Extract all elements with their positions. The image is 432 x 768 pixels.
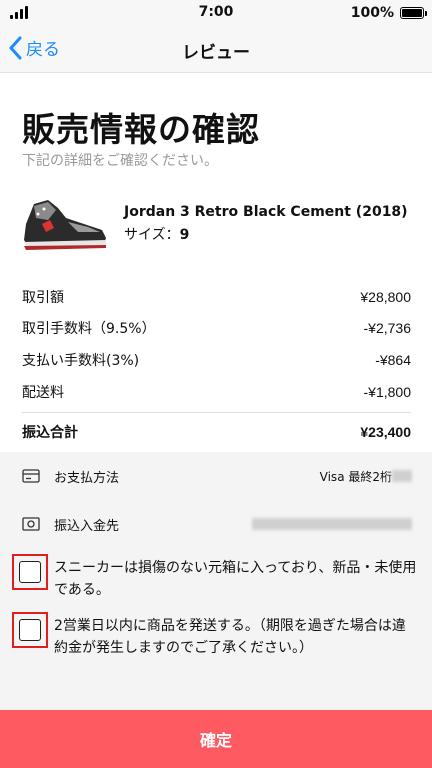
- confirm-button[interactable]: 確定: [0, 710, 432, 768]
- fee-amount: -¥864: [375, 352, 411, 368]
- total-label: 振込合計: [22, 425, 78, 441]
- page-subtitle: 下記の詳細をご確認ください。: [22, 153, 218, 169]
- payment-card-text: Visa 最終2桁: [319, 469, 392, 484]
- card-icon: [22, 469, 40, 483]
- fee-amount: ¥28,800: [360, 289, 411, 305]
- fee-amount: -¥1,800: [363, 384, 411, 400]
- total-row: 振込合計 ¥23,400: [22, 420, 411, 444]
- payment-method-value: Visa 最終2桁: [320, 468, 412, 485]
- fee-label: 取引額: [22, 290, 64, 306]
- checkbox-highlight: [12, 554, 48, 590]
- fee-row-shipping: 配送料 -¥1,800: [22, 380, 411, 404]
- payment-method-label: お支払方法: [54, 470, 120, 486]
- fee-label: 取引手数料（9.5%）: [22, 321, 156, 337]
- payment-method-row[interactable]: お支払方法 Visa 最終2桁: [22, 464, 412, 488]
- sneaker-image: [24, 200, 106, 250]
- fee-amount: -¥2,736: [363, 320, 411, 336]
- shipping-checkbox[interactable]: [19, 619, 41, 641]
- masked-card-digits: [392, 470, 412, 482]
- size-value: 9: [179, 227, 190, 243]
- battery-icon: [400, 7, 427, 19]
- condition-checkbox[interactable]: [19, 561, 41, 583]
- deposit-account-row[interactable]: 振込入金先: [22, 512, 412, 536]
- masked-account-info: [252, 518, 412, 530]
- fee-row-payment-fee: 支払い手数料(3%) -¥864: [22, 348, 411, 372]
- check-row-condition: スニーカーは損傷のない元箱に入っており、新品・未使用である。: [12, 554, 417, 601]
- fee-divider: [22, 412, 411, 413]
- fee-label: 配送料: [22, 385, 64, 401]
- checkbox-highlight: [12, 612, 48, 648]
- check-row-shipping: 2営業日以内に商品を発送する。（期限を過ぎた場合は違約金が発生しますのでご了承く…: [12, 612, 417, 659]
- shipping-text: 2営業日以内に商品を発送する。（期限を過ぎた場合は違約金が発生しますのでご了承く…: [54, 618, 406, 656]
- fee-label: 支払い手数料(3%): [22, 353, 140, 369]
- battery-status: 100%: [350, 5, 427, 21]
- total-amount: ¥23,400: [360, 424, 411, 440]
- product-name: Jordan 3 Retro Black Cement (2018): [124, 204, 408, 220]
- money-icon: [22, 517, 40, 531]
- deposit-account-label: 振込入金先: [54, 518, 120, 534]
- condition-text: スニーカーは損傷のない元箱に入っており、新品・未使用である。: [54, 560, 417, 598]
- product-size: サイズ：9: [124, 224, 189, 244]
- status-bar: 7:00 100%: [0, 0, 432, 26]
- deposit-account-value: [252, 518, 412, 530]
- page-title: 販売情報の確認: [22, 110, 260, 149]
- fee-row-commission: 取引手数料（9.5%） -¥2,736: [22, 316, 411, 340]
- battery-percent: 100%: [350, 5, 394, 21]
- size-label: サイズ：: [124, 227, 180, 243]
- nav-title: レビュー: [182, 43, 250, 63]
- fee-row-transaction: 取引額 ¥28,800: [22, 285, 411, 309]
- nav-bar: 戻る レビュー: [0, 26, 432, 73]
